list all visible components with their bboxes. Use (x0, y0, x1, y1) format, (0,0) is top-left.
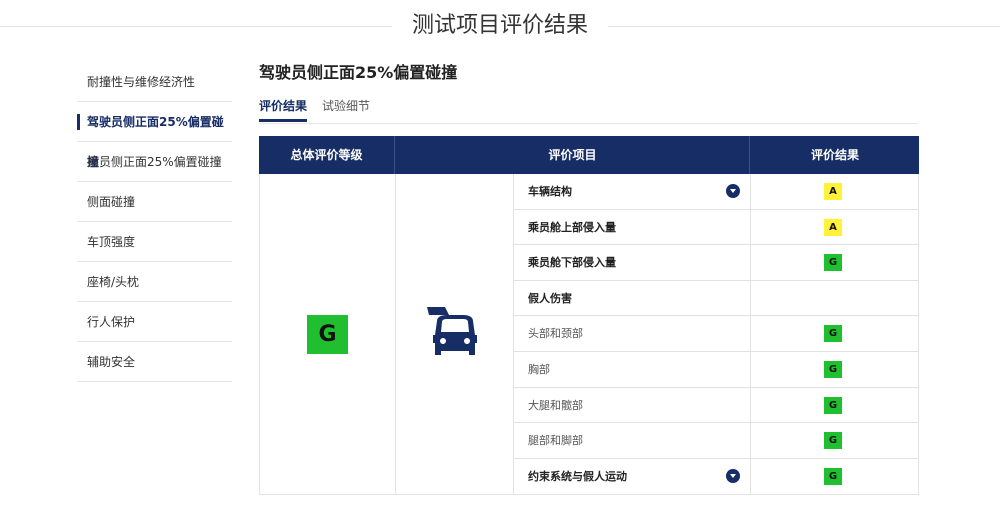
table-row: 车辆结构 A (514, 174, 919, 210)
evaluation-rows: 车辆结构 A 乘员舱上部侵入量 A 乘员舱下部侵入量 G 假人伤害 头部和颈部 (514, 174, 919, 495)
row-divider (750, 316, 751, 351)
row-label: 约束系统与假人运动 (528, 469, 627, 483)
grade-badge: G (824, 325, 842, 343)
row-label: 乘员舱上部侵入量 (528, 220, 616, 234)
overall-grade-badge: G (307, 315, 348, 354)
tab-test-details[interactable]: 试验细节 (322, 96, 370, 122)
sidebar-nav: 耐撞性与维修经济性 驾驶员侧正面25%偏置碰撞 乘员侧正面25%偏置碰撞 侧面碰… (77, 62, 232, 382)
icon-cell (395, 174, 514, 494)
table-header: 总体评价等级 评价项目 评价结果 (259, 136, 919, 174)
table-row: 乘员舱下部侵入量 G (514, 245, 919, 281)
title-divider-left (0, 26, 392, 27)
chevron-down-icon[interactable] (726, 184, 740, 198)
page-title: 测试项目评价结果 (411, 13, 588, 38)
row-label: 乘员舱下部侵入量 (528, 256, 616, 270)
sidebar-item-driver-small-overlap[interactable]: 驾驶员侧正面25%偏置碰撞 (77, 102, 232, 169)
results-table: 总体评价等级 评价项目 评价结果 G 车辆结构 A 乘员舱上部侵入量 A 乘员舱… (259, 136, 919, 495)
table-row: 约束系统与假人运动 G (514, 458, 919, 495)
row-label: 胸部 (528, 362, 550, 376)
row-divider (750, 458, 751, 495)
sidebar-item-passenger-small-overlap[interactable]: 乘员侧正面25%偏置碰撞 (77, 142, 232, 182)
row-divider (750, 174, 751, 209)
sidebar-item-assist-safety[interactable]: 辅助安全 (77, 342, 232, 382)
table-row: 大腿和髋部 G (514, 387, 919, 424)
overall-cell: G (260, 174, 396, 494)
page-header: 测试项目评价结果 (0, 0, 1000, 54)
grade-badge: G (824, 396, 842, 414)
sidebar-item-roof-strength[interactable]: 车顶强度 (77, 222, 232, 262)
table-body: G 车辆结构 A 乘员舱上部侵入量 A 乘员舱下部侵入量 G 假人伤害 头部和颈… (259, 174, 919, 495)
grade-badge: G (824, 432, 842, 450)
grade-badge: G (824, 360, 842, 378)
section-title: 驾驶员侧正面25%偏置碰撞 (259, 63, 458, 82)
row-label: 头部和颈部 (528, 327, 583, 341)
table-row: 乘员舱上部侵入量 A (514, 209, 919, 246)
tab-bar: 评价结果 试验细节 (259, 96, 918, 124)
row-divider (750, 209, 751, 245)
grade-badge: A (824, 218, 842, 236)
row-divider (750, 423, 751, 458)
header-item: 评价项目 (394, 136, 750, 174)
sidebar-item-pedestrian[interactable]: 行人保护 (77, 302, 232, 342)
grade-badge: G (824, 254, 842, 272)
table-row: 假人伤害 (514, 280, 919, 317)
row-divider (750, 245, 751, 280)
table-row: 胸部 G (514, 351, 919, 388)
row-divider (750, 387, 751, 423)
grade-badge: A (824, 183, 842, 200)
title-divider-right (608, 26, 1000, 27)
header-overall: 总体评价等级 (290, 148, 363, 162)
row-divider (750, 280, 751, 316)
chevron-down-icon[interactable] (726, 468, 740, 483)
row-label: 大腿和髋部 (528, 398, 583, 412)
sidebar-item-side-impact[interactable]: 侧面碰撞 (77, 182, 232, 222)
tab-results[interactable]: 评价结果 (259, 96, 308, 122)
header-result: 评价结果 (749, 136, 920, 174)
grade-badge: G (824, 467, 842, 485)
row-divider (750, 351, 751, 387)
table-row: 腿部和脚部 G (514, 423, 919, 459)
sidebar-item-seat-headrest[interactable]: 座椅/头枕 (77, 262, 232, 302)
row-label: 腿部和脚部 (528, 434, 583, 448)
row-label: 假人伤害 (528, 291, 572, 305)
row-label: 车辆结构 (528, 185, 572, 198)
sidebar-item-crashworthiness[interactable]: 耐撞性与维修经济性 (77, 62, 232, 102)
frontal-crash-icon (427, 307, 477, 355)
table-row: 头部和颈部 G (514, 316, 919, 352)
